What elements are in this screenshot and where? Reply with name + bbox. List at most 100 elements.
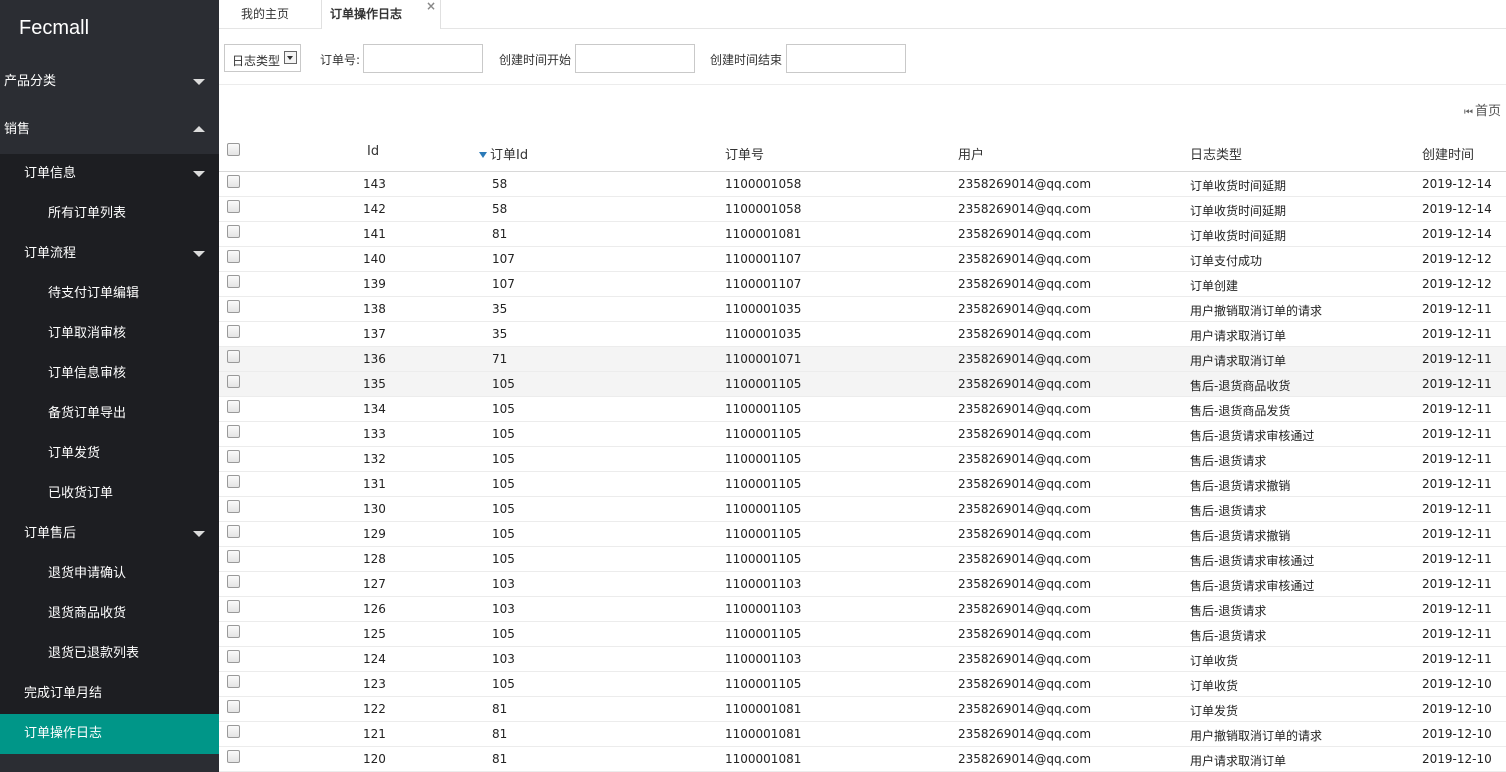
table-row[interactable]: 133 105 1100001105 2358269014@qq.com 售后-退货请求… bbox=[219, 422, 1506, 447]
table-row[interactable]: 140 107 1100001107 2358269014@qq.com 订单支付成功 2… bbox=[219, 247, 1506, 272]
menu-after-sales[interactable]: 订单售后 bbox=[0, 514, 219, 554]
table-row[interactable]: 124 103 1100001103 2358269014@qq.com 订单收货 201… bbox=[219, 647, 1506, 672]
cell-log-type: 用户请求取消订单 bbox=[1190, 754, 1287, 768]
row-checkbox[interactable] bbox=[227, 450, 240, 463]
menu-order-ship[interactable]: 订单发货 bbox=[0, 434, 219, 474]
menu-received-orders[interactable]: 已收货订单 bbox=[0, 474, 219, 514]
filter-bar: 日志类型 订单号: 创建时间开始 创建时间结束 bbox=[219, 29, 1506, 85]
menu-sales[interactable]: 销售 bbox=[0, 106, 219, 154]
order-no-input[interactable] bbox=[363, 44, 483, 73]
cell-user: 2358269014@qq.com bbox=[958, 677, 1092, 691]
cell-log-type: 用户撤销取消订单的请求 bbox=[1190, 729, 1323, 743]
row-checkbox[interactable] bbox=[227, 400, 240, 413]
table-row[interactable]: 129 105 1100001105 2358269014@qq.com 售后-退货请求… bbox=[219, 522, 1506, 547]
cell-user: 2358269014@qq.com bbox=[958, 552, 1092, 566]
created-end-label: 创建时间结束 bbox=[710, 53, 783, 67]
sidebar: Fecmall 产品分类 销售 订单信息 所有订单列表 订单流程 待支付订单编辑… bbox=[0, 0, 219, 772]
log-type-select[interactable]: 日志类型 bbox=[224, 44, 301, 72]
row-checkbox[interactable] bbox=[227, 550, 240, 563]
menu-order-info[interactable]: 订单信息 bbox=[0, 154, 219, 194]
row-checkbox[interactable] bbox=[227, 525, 240, 538]
menu-stock-export[interactable]: 备货订单导出 bbox=[0, 394, 219, 434]
table-row[interactable]: 121 81 1100001081 2358269014@qq.com 用户撤销取消订单… bbox=[219, 722, 1506, 747]
cell-user: 2358269014@qq.com bbox=[958, 627, 1092, 641]
table-row[interactable]: 142 58 1100001058 2358269014@qq.com 订单收货时间延期… bbox=[219, 197, 1506, 222]
table-row[interactable]: 120 81 1100001081 2358269014@qq.com 用户请求取消订单… bbox=[219, 747, 1506, 772]
row-checkbox[interactable] bbox=[227, 575, 240, 588]
table-row[interactable]: 132 105 1100001105 2358269014@qq.com 售后-退货请求… bbox=[219, 447, 1506, 472]
table-row[interactable]: 128 105 1100001105 2358269014@qq.com 售后-退货请求… bbox=[219, 547, 1506, 572]
row-checkbox[interactable] bbox=[227, 425, 240, 438]
cell-log-type: 用户请求取消订单 bbox=[1190, 354, 1287, 368]
menu-order-op-log[interactable]: 订单操作日志 bbox=[0, 714, 219, 754]
row-checkbox[interactable] bbox=[227, 325, 240, 338]
header-order-id[interactable]: 订单Id bbox=[479, 144, 528, 163]
cell-user: 2358269014@qq.com bbox=[958, 727, 1092, 741]
header-id[interactable]: Id bbox=[367, 144, 379, 159]
cell-order-no: 1100001081 bbox=[725, 752, 802, 766]
menu-cancel-review[interactable]: 订单取消审核 bbox=[0, 314, 219, 354]
table-row[interactable]: 139 107 1100001107 2358269014@qq.com 订单创建 201… bbox=[219, 272, 1506, 297]
table-row[interactable]: 134 105 1100001105 2358269014@qq.com 售后-退货商品… bbox=[219, 397, 1506, 422]
cell-order-no: 1100001103 bbox=[725, 602, 802, 616]
table-row[interactable]: 130 105 1100001105 2358269014@qq.com 售后-退货请求… bbox=[219, 497, 1506, 522]
menu-pending-payment-edit[interactable]: 待支付订单编辑 bbox=[0, 274, 219, 314]
menu-info-review[interactable]: 订单信息审核 bbox=[0, 354, 219, 394]
row-checkbox[interactable] bbox=[227, 250, 240, 263]
header-order-no[interactable]: 订单号 bbox=[725, 144, 764, 163]
tab-home[interactable]: 我的主页 bbox=[219, 0, 321, 28]
menu-return-receive[interactable]: 退货商品收货 bbox=[0, 594, 219, 634]
table-row[interactable]: 127 103 1100001103 2358269014@qq.com 售后-退货请求… bbox=[219, 572, 1506, 597]
table-row[interactable]: 136 71 1100001071 2358269014@qq.com 用户请求取消订单… bbox=[219, 347, 1506, 372]
header-user[interactable]: 用户 bbox=[958, 144, 984, 163]
created-start-input[interactable] bbox=[575, 44, 695, 73]
cell-order-id: 103 bbox=[492, 602, 515, 616]
row-checkbox[interactable] bbox=[227, 175, 240, 188]
row-checkbox[interactable] bbox=[227, 500, 240, 513]
row-checkbox[interactable] bbox=[227, 750, 240, 763]
table-row[interactable]: 137 35 1100001035 2358269014@qq.com 用户请求取消订单… bbox=[219, 322, 1506, 347]
header-log-type[interactable]: 日志类型 bbox=[1190, 144, 1242, 163]
cell-id: 142 bbox=[363, 202, 386, 216]
table-row[interactable]: 143 58 1100001058 2358269014@qq.com 订单收货时间延期… bbox=[219, 172, 1506, 197]
row-checkbox[interactable] bbox=[227, 350, 240, 363]
header-created-at[interactable]: 创建时间 bbox=[1422, 144, 1474, 163]
row-checkbox[interactable] bbox=[227, 625, 240, 638]
table-row[interactable]: 131 105 1100001105 2358269014@qq.com 售后-退货请求… bbox=[219, 472, 1506, 497]
row-checkbox[interactable] bbox=[227, 225, 240, 238]
cell-id: 141 bbox=[363, 227, 386, 241]
table-row[interactable]: 122 81 1100001081 2358269014@qq.com 订单发货 2019… bbox=[219, 697, 1506, 722]
row-checkbox[interactable] bbox=[227, 600, 240, 613]
table-row[interactable]: 138 35 1100001035 2358269014@qq.com 用户撤销取消订单… bbox=[219, 297, 1506, 322]
row-checkbox[interactable] bbox=[227, 275, 240, 288]
table-row[interactable]: 141 81 1100001081 2358269014@qq.com 订单收货时间延期… bbox=[219, 222, 1506, 247]
row-checkbox[interactable] bbox=[227, 650, 240, 663]
close-icon[interactable]: × bbox=[426, 0, 436, 20]
menu-monthly-settlement[interactable]: 完成订单月结 bbox=[0, 674, 219, 714]
menu-return-refunded[interactable]: 退货已退款列表 bbox=[0, 634, 219, 674]
row-checkbox[interactable] bbox=[227, 675, 240, 688]
created-end-input[interactable] bbox=[786, 44, 906, 73]
row-checkbox[interactable] bbox=[227, 725, 240, 738]
cell-user: 2358269014@qq.com bbox=[958, 527, 1092, 541]
first-page-button[interactable]: ⏮ 首页 bbox=[1464, 100, 1501, 119]
tab-order-op-log[interactable]: 订单操作日志 × bbox=[321, 0, 441, 29]
cell-user: 2358269014@qq.com bbox=[958, 352, 1092, 366]
select-all-checkbox[interactable] bbox=[227, 143, 240, 156]
menu-return-confirm[interactable]: 退货申请确认 bbox=[0, 554, 219, 594]
dropdown-arrow-icon[interactable] bbox=[284, 51, 297, 64]
table-row[interactable]: 126 103 1100001103 2358269014@qq.com 售后-退货请求… bbox=[219, 597, 1506, 622]
table-row[interactable]: 125 105 1100001105 2358269014@qq.com 售后-退货请求… bbox=[219, 622, 1506, 647]
table-row[interactable]: 135 105 1100001105 2358269014@qq.com 售后-退货商品… bbox=[219, 372, 1506, 397]
row-checkbox[interactable] bbox=[227, 200, 240, 213]
row-checkbox[interactable] bbox=[227, 300, 240, 313]
menu-all-orders[interactable]: 所有订单列表 bbox=[0, 194, 219, 234]
menu-order-flow[interactable]: 订单流程 bbox=[0, 234, 219, 274]
row-checkbox[interactable] bbox=[227, 700, 240, 713]
menu-product-category[interactable]: 产品分类 bbox=[0, 58, 219, 106]
table-row[interactable]: 123 105 1100001105 2358269014@qq.com 订单收货 201… bbox=[219, 672, 1506, 697]
cell-id: 127 bbox=[363, 577, 386, 591]
row-checkbox[interactable] bbox=[227, 475, 240, 488]
cell-log-type: 售后-退货请求 bbox=[1190, 504, 1267, 518]
row-checkbox[interactable] bbox=[227, 375, 240, 388]
